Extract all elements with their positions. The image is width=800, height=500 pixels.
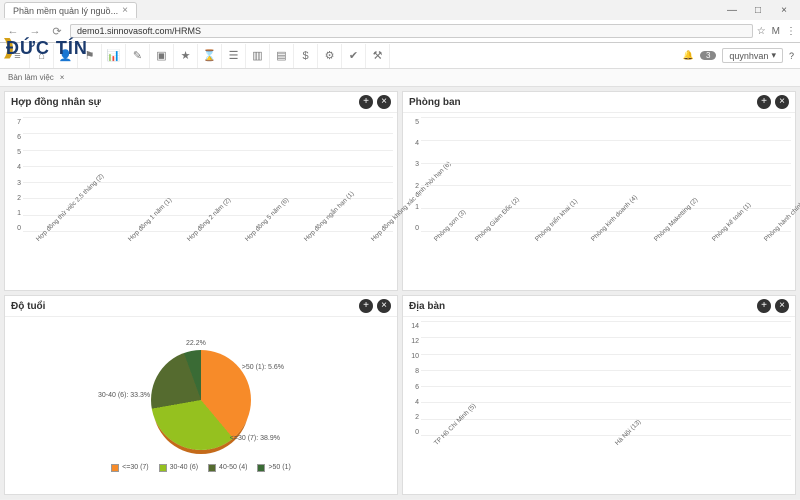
pie-slice-label: >50 (1): 5.6% bbox=[242, 364, 284, 371]
toolbar-icon-15[interactable]: ⚒ bbox=[366, 44, 390, 68]
toolbar-icon-9[interactable]: ☰ bbox=[222, 44, 246, 68]
browser-chrome: Phần mềm quản lý nguồ... × — □ × ← → ⟳ d… bbox=[0, 0, 800, 43]
bar-chart: 14121086420TP Hồ Chí Minh (5)Hà Nội (13) bbox=[407, 321, 791, 490]
toolbar-icon-11[interactable]: ▤ bbox=[270, 44, 294, 68]
notification-badge: 3 bbox=[700, 51, 716, 60]
window-close-icon[interactable]: × bbox=[772, 1, 796, 19]
panel-title: Độ tuổi bbox=[11, 301, 45, 312]
toolbar-icon-4[interactable]: 📊 bbox=[102, 44, 126, 68]
panel-add-icon[interactable]: + bbox=[757, 299, 771, 313]
panel-region: Địa bàn + × 14121086420TP Hồ Chí Minh (5… bbox=[402, 295, 796, 495]
panel-title: Hợp đồng nhân sự bbox=[11, 97, 101, 108]
tab-title: Phần mềm quản lý nguồ... bbox=[13, 6, 118, 16]
panel-title: Địa bàn bbox=[409, 301, 445, 312]
panel-close-icon[interactable]: × bbox=[377, 95, 391, 109]
panel-close-icon[interactable]: × bbox=[775, 299, 789, 313]
mail-icon[interactable]: M bbox=[772, 26, 780, 37]
toolbar-icon-7[interactable]: ★ bbox=[174, 44, 198, 68]
pie-legend: <=30 (7) 30-40 (6) 40-50 (4) >50 (1) bbox=[111, 464, 291, 472]
toolbar-icon-0[interactable]: ≡ bbox=[6, 44, 30, 68]
toolbar-icon-14[interactable]: ✔ bbox=[342, 44, 366, 68]
pie-slice-label: 22.2% bbox=[186, 340, 206, 347]
address-bar: ← → ⟳ demo1.sinnovasoft.com/HRMS ☆ M ⋮ bbox=[0, 20, 800, 42]
panel-close-icon[interactable]: × bbox=[377, 299, 391, 313]
toolbar-icon-12[interactable]: $ bbox=[294, 44, 318, 68]
toolbar-icon-2[interactable]: 👤 bbox=[54, 44, 78, 68]
workspace-label: Bàn làm việc bbox=[8, 73, 54, 82]
pie-slice-label: <=30 (7): 38.9% bbox=[230, 435, 280, 442]
window-minimize-icon[interactable]: — bbox=[720, 1, 744, 19]
window-maximize-icon[interactable]: □ bbox=[746, 1, 770, 19]
toolbar-icon-6[interactable]: ▣ bbox=[150, 44, 174, 68]
toolbar-icon-1[interactable]: ⌂ bbox=[30, 44, 54, 68]
nav-back-icon[interactable]: ← bbox=[4, 22, 22, 40]
browser-tab-bar: Phần mềm quản lý nguồ... × — □ × bbox=[0, 0, 800, 20]
toolbar-icon-13[interactable]: ⚙ bbox=[318, 44, 342, 68]
bar-chart: 76543210Hợp đồng thử việc 2,5 tháng (2)H… bbox=[9, 117, 393, 286]
help-icon[interactable]: ? bbox=[789, 51, 794, 61]
bookmark-star-icon[interactable]: ☆ bbox=[757, 26, 766, 37]
toolbar-icon-5[interactable]: ✎ bbox=[126, 44, 150, 68]
toolbar-icon-8[interactable]: ⌛ bbox=[198, 44, 222, 68]
nav-forward-icon[interactable]: → bbox=[26, 22, 44, 40]
panel-contracts: Hợp đồng nhân sự + × 76543210Hợp đồng th… bbox=[4, 91, 398, 291]
panel-departments: Phòng ban + × 543210Phòng sơn (3)Phòng G… bbox=[402, 91, 796, 291]
url-input[interactable]: demo1.sinnovasoft.com/HRMS bbox=[70, 24, 753, 38]
panel-add-icon[interactable]: + bbox=[757, 95, 771, 109]
panel-add-icon[interactable]: + bbox=[359, 299, 373, 313]
user-dropdown[interactable]: quynhvan ▾ bbox=[722, 48, 783, 63]
workspace-bar: Bàn làm việc × bbox=[0, 69, 800, 87]
window-controls: — □ × bbox=[720, 1, 796, 19]
panel-add-icon[interactable]: + bbox=[359, 95, 373, 109]
workspace-close-icon[interactable]: × bbox=[60, 73, 65, 82]
nav-reload-icon[interactable]: ⟳ bbox=[48, 22, 66, 40]
panel-title: Phòng ban bbox=[409, 97, 461, 108]
bell-icon[interactable]: 🔔 bbox=[683, 50, 694, 61]
pie-slice-label: 30-40 (6): 33.3% bbox=[98, 392, 150, 399]
chevron-down-icon: ▾ bbox=[771, 50, 776, 61]
toolbar-icon-10[interactable]: ▥ bbox=[246, 44, 270, 68]
browser-menu-icon[interactable]: ⋮ bbox=[786, 26, 796, 37]
browser-tab[interactable]: Phần mềm quản lý nguồ... × bbox=[4, 2, 137, 18]
tab-close-icon[interactable]: × bbox=[122, 5, 128, 16]
app-toolbar: ≡⌂👤⚑📊✎▣★⌛☰▥▤$⚙✔⚒ 🔔 3 quynhvan ▾ ? bbox=[0, 43, 800, 69]
dashboard-grid: Hợp đồng nhân sự + × 76543210Hợp đồng th… bbox=[0, 87, 800, 499]
panel-close-icon[interactable]: × bbox=[775, 95, 789, 109]
toolbar-icon-3[interactable]: ⚑ bbox=[78, 44, 102, 68]
bar-chart: 543210Phòng sơn (3)Phòng Giám Đốc (2)Phò… bbox=[407, 117, 791, 286]
user-name: quynhvan bbox=[729, 51, 768, 61]
panel-age: Độ tuổi + × 22.2% >50 (1): 5.6% <=30 (7)… bbox=[4, 295, 398, 495]
pie-chart: 22.2% >50 (1): 5.6% <=30 (7): 38.9% 30-4… bbox=[9, 321, 393, 490]
